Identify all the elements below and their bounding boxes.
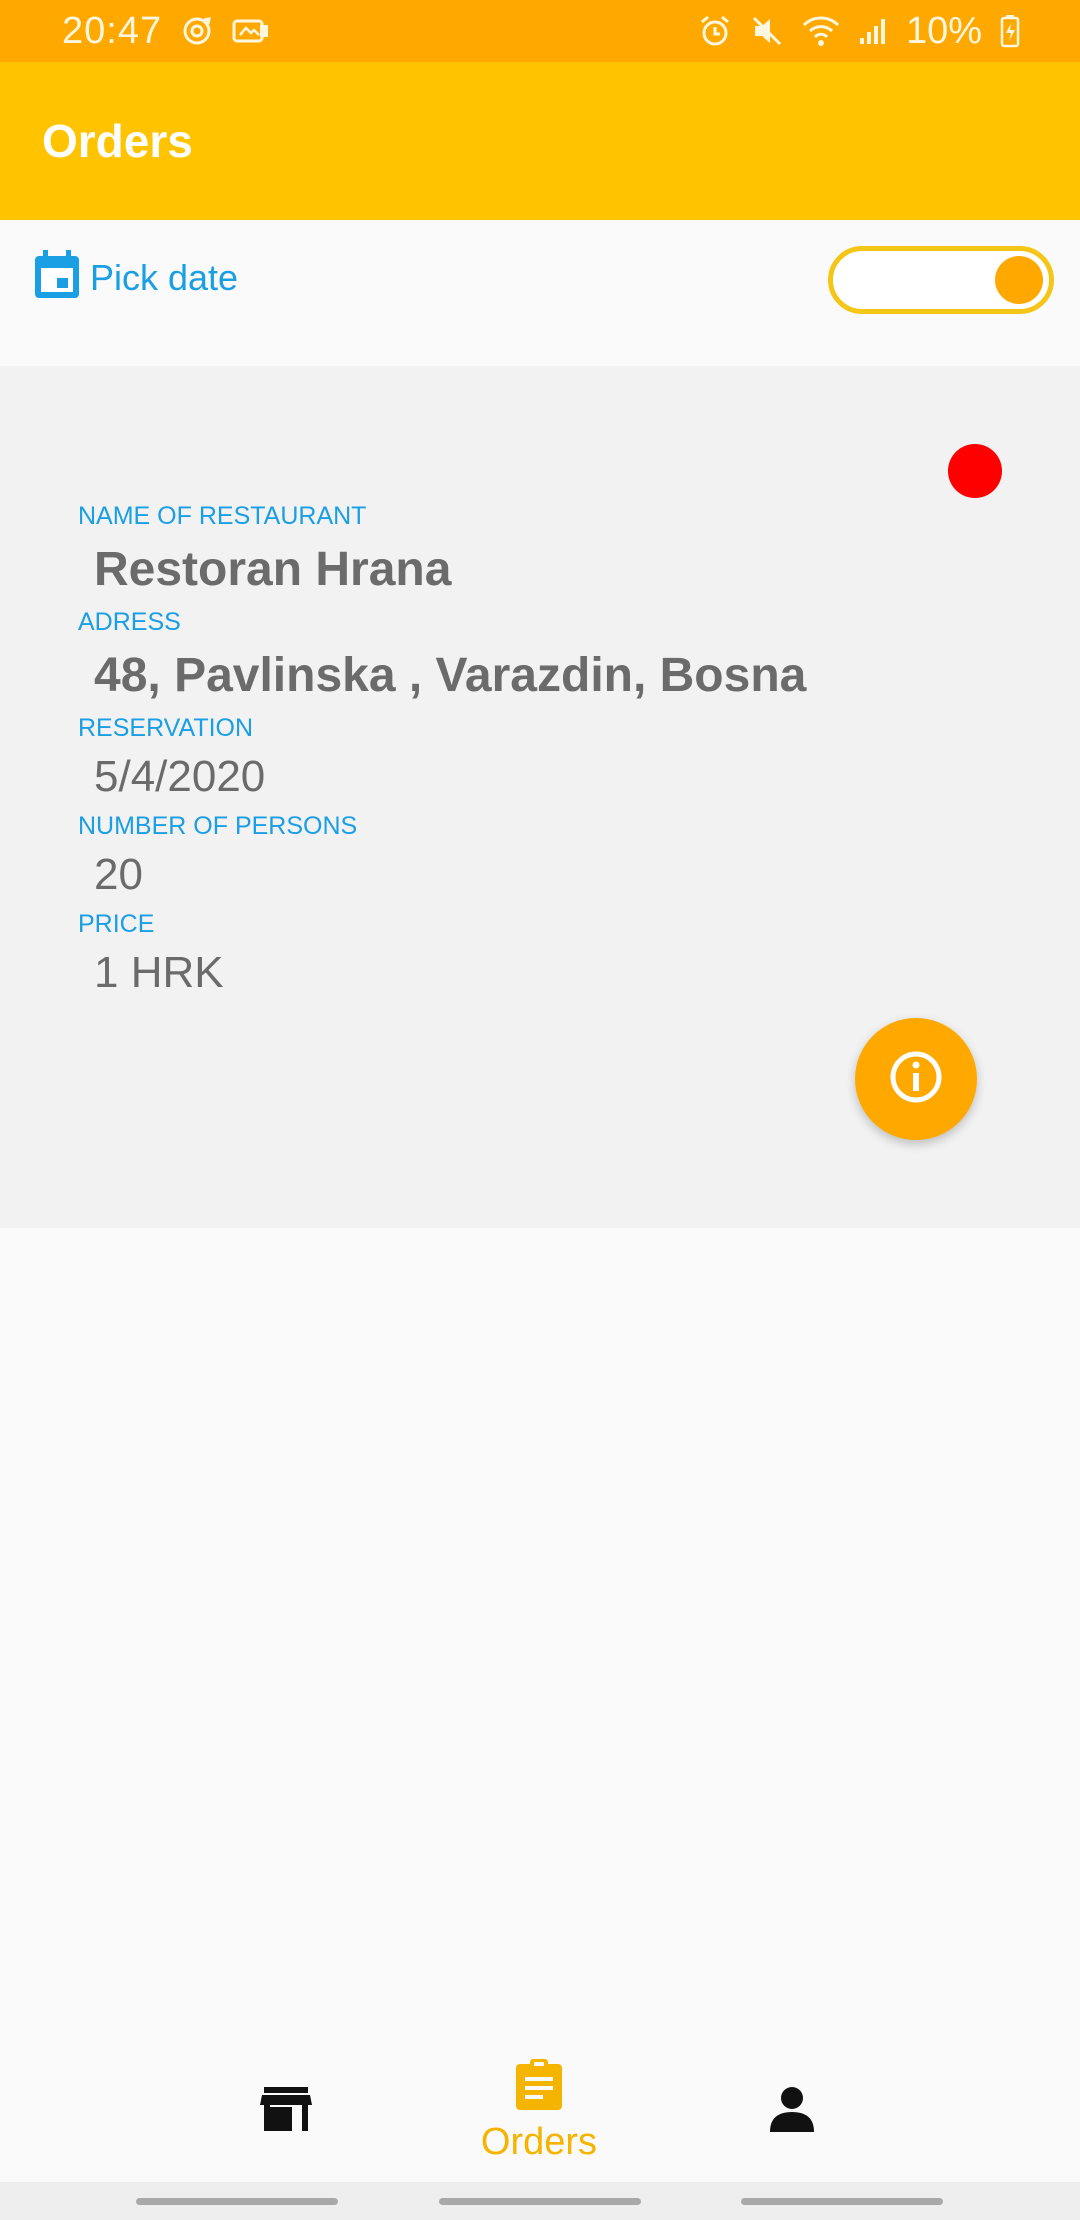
filter-toggle[interactable] <box>828 246 1054 314</box>
gesture-handle-center[interactable] <box>439 2198 641 2205</box>
info-button[interactable] <box>855 1018 977 1140</box>
status-right: 10% <box>698 10 1020 53</box>
status-left: 20:47 <box>62 10 270 53</box>
restaurant-name: Restoran Hrana <box>94 543 452 596</box>
status-time: 20:47 <box>62 9 163 52</box>
screen: 20:47 10% Orders Pick date NAME OF RESTA… <box>0 0 1080 2220</box>
persons-value: 20 <box>94 850 143 899</box>
sync-icon <box>180 14 214 48</box>
media-icon <box>232 16 270 46</box>
nav-item-orders[interactable]: Orders <box>414 2040 664 2182</box>
status-bar: 20:47 10% <box>0 0 1080 62</box>
reservation-value: 5/4/2020 <box>94 752 266 801</box>
nav-label-orders: Orders <box>480 2121 598 2163</box>
price-label: PRICE <box>78 910 155 938</box>
status-dot <box>948 444 1002 498</box>
pick-date-label: Pick date <box>90 256 239 298</box>
order-card[interactable]: NAME OF RESTAURANT Restoran Hrana ADRESS… <box>0 366 1080 1228</box>
gesture-handle-right[interactable] <box>741 2198 943 2205</box>
app-bar: Orders <box>0 62 1080 220</box>
gesture-handle-left[interactable] <box>136 2198 338 2205</box>
page-title: Orders <box>42 115 193 167</box>
filter-row: Pick date <box>0 220 1080 366</box>
address-label: ADRESS <box>78 608 181 636</box>
system-gesture-bar <box>0 2182 1080 2220</box>
nav-item-profile[interactable] <box>667 2040 917 2182</box>
reservation-label: RESERVATION <box>78 714 254 742</box>
clipboard-icon <box>514 2058 564 2117</box>
alarm-icon <box>698 14 732 48</box>
info-icon <box>888 1049 944 1110</box>
mute-icon <box>750 14 784 48</box>
battery-percent: 10% <box>905 9 982 52</box>
bottom-nav: Orders <box>0 2040 1080 2182</box>
signal-icon <box>858 16 888 46</box>
battery-charging-icon <box>1000 14 1020 48</box>
address-value: 48, Pavlinska , Varazdin, Bosna <box>94 649 807 702</box>
calendar-icon <box>32 248 82 307</box>
wifi-icon <box>802 15 840 47</box>
persons-label: NUMBER OF PERSONS <box>78 812 358 840</box>
pick-date-button[interactable]: Pick date <box>32 248 238 307</box>
nav-item-store[interactable] <box>161 2040 411 2182</box>
restaurant-label: NAME OF RESTAURANT <box>78 502 367 530</box>
toggle-knob <box>995 256 1043 304</box>
price-value: 1 HRK <box>94 948 224 997</box>
person-icon <box>768 2086 816 2137</box>
store-icon <box>260 2085 312 2138</box>
